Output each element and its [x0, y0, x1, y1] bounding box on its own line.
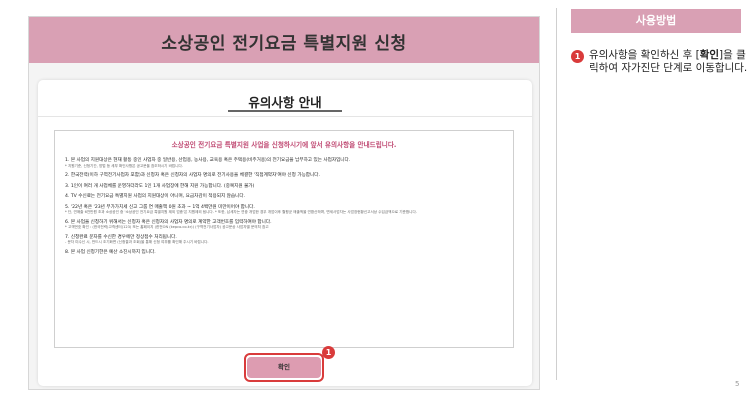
instruction-step: 1 유의사항을 확인하신 후 [확인]을 클릭하여 자가진단 단계로 이동합니다… — [571, 49, 749, 74]
notice-heading: 소상공인 전기요금 특별지원 사업을 신청하시기에 앞서 유의사항을 안내드립니… — [171, 141, 397, 149]
item-text: 3. 1인이 여러 개 사업체를 운영하더라도 1인 1개 사업장에 한해 지원… — [65, 183, 255, 189]
item-text: 8. 본 사업 신청기한은 예산 소진시까지 입니다. — [65, 249, 156, 255]
card-title: 유의사항 안내 — [248, 95, 322, 110]
list-item: 5. '22년 혹은 '23년 부가가치세 신고 그룹 연 매출액 0원 초과 … — [65, 205, 503, 215]
item-note: * 지원기준, 신청기간, 방법 등 세부 확인사항은 공고문을 참조하시기 바… — [65, 163, 183, 168]
usage-heading: 사용방법 — [571, 9, 741, 33]
step-text: 유의사항을 확인하신 후 [확인]을 클릭하여 자가진단 단계로 이동합니다. — [589, 49, 749, 74]
list-item: 4. TV 수신료는 전기요금 특별지원 사업의 지원대상이 아니며, 요금차감… — [65, 194, 503, 200]
item-note: - 문자 미수신 시, 반드시 조기화면 (신청결과 조회)을 통해 신청 여부… — [65, 240, 209, 245]
notice-card: 유의사항 안내 소상공인 전기요금 특별지원 사업을 신청하시기에 앞서 유의사… — [38, 80, 532, 386]
item-text: 4. TV 수신료는 전기요금 특별지원 사업의 지원대상이 아니며, 요금차감… — [65, 194, 246, 200]
page-number: 5 — [735, 380, 740, 388]
list-item: 2. 한국전력(이하 구역전기사업자 포함)과 신청자 혹은 신청자의 사업자 … — [65, 173, 503, 179]
confirm-button[interactable]: 확인 — [247, 357, 321, 378]
notice-box: 소상공인 전기요금 특별지원 사업을 신청하시기에 앞서 유의사항을 안내드립니… — [54, 130, 514, 348]
step-marker-badge: 1 — [322, 346, 335, 359]
list-item: 7. 신청완료 문자를 수신한 경우에만 정상접수 처리됩니다. - 문자 미수신… — [65, 235, 503, 245]
title-underline — [228, 110, 342, 112]
item-text: 2. 한국전력(이하 구역전기사업자 포함)과 신청자 혹은 신청자의 사업자 … — [65, 173, 320, 178]
item-note: * 고객번호 확인 : (한국전력)고객센터(123) 또는 홈페이지 (한전O… — [65, 225, 269, 230]
divider — [38, 116, 532, 117]
list-item: 6. 본 사업을 신청하기 위해서는 신청자 혹은 신청자의 사업자 명의로 계… — [65, 220, 503, 230]
page-title: 소상공인 전기요금 특별지원 신청 — [161, 34, 407, 54]
screenshot-panel: 소상공인 전기요금 특별지원 신청 유의사항 안내 소상공인 전기요금 특별지원… — [28, 16, 540, 390]
item-text: 1. 본 사업의 지원대상은 현재 활동 중인 사업자 중 일반용, 산업용, … — [65, 158, 351, 163]
step-number-badge: 1 — [571, 50, 584, 63]
list-item: 3. 1인이 여러 개 사업체를 운영하더라도 1인 1개 사업장에 한해 지원… — [65, 184, 503, 190]
notice-list: 1. 본 사업의 지원대상은 현재 활동 중인 사업자 중 일반용, 산업용, … — [65, 158, 503, 255]
step-text-pre: 유의사항을 확인하신 후 [ — [589, 49, 700, 61]
step-text-bold: 확인 — [699, 49, 720, 61]
list-item: 1. 본 사업의 지원대상은 현재 활동 중인 사업자 중 일반용, 산업용, … — [65, 158, 503, 168]
slide: 소상공인 전기요금 특별지원 신청 유의사항 안내 소상공인 전기요금 특별지원… — [0, 0, 756, 395]
list-item: 8. 본 사업 신청기한은 예산 소진시까지 입니다. — [65, 250, 503, 256]
vertical-divider — [556, 8, 557, 380]
item-note: * 단, 연매출 6천만원 초과 소상공인 중 '소상공인 전기요금 특별지원 … — [65, 210, 417, 215]
